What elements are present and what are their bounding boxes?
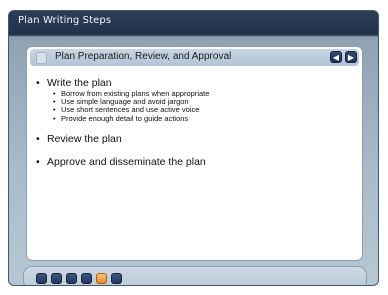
sub-bullet: Provide enough detail to guide actions [61, 114, 352, 123]
map-button[interactable] [96, 273, 107, 284]
bullet-item: Approve and disseminate the plan [47, 156, 352, 168]
window-title: Plan Writing Steps [18, 15, 112, 26]
bullet-text: Approve and disseminate the plan [47, 156, 352, 168]
section-title: Plan Preparation, Review, and Approval [55, 51, 232, 62]
bullet-text: Write the plan [47, 77, 352, 89]
bullet-item: Review the plan [47, 133, 352, 145]
chevron-right-icon: ▶ [347, 53, 355, 62]
content-panel: Plan Preparation, Review, and Approval ◀… [26, 46, 363, 261]
bottom-toolbar [23, 266, 367, 285]
bullet-text: Review the plan [47, 133, 352, 145]
chevron-left-icon: ◀ [332, 53, 340, 62]
exit-button[interactable] [111, 273, 122, 284]
title-bar: Plan Writing Steps [9, 11, 378, 35]
course-window: Plan Writing Steps Plan Preparation, Rev… [8, 10, 379, 286]
resources-button[interactable] [66, 273, 77, 284]
bullet-item: Write the plan Borrow from existing plan… [47, 77, 352, 123]
glossary-button[interactable] [51, 273, 62, 284]
notes-button[interactable] [81, 273, 92, 284]
previous-button[interactable]: ◀ [330, 51, 342, 63]
help-button[interactable] [36, 273, 47, 284]
section-icon [36, 52, 47, 64]
next-button[interactable]: ▶ [345, 51, 357, 63]
sub-bullet-list: Borrow from existing plans when appropri… [61, 89, 352, 123]
bullet-list: Write the plan Borrow from existing plan… [47, 77, 352, 168]
section-header: Plan Preparation, Review, and Approval ◀… [30, 49, 359, 66]
